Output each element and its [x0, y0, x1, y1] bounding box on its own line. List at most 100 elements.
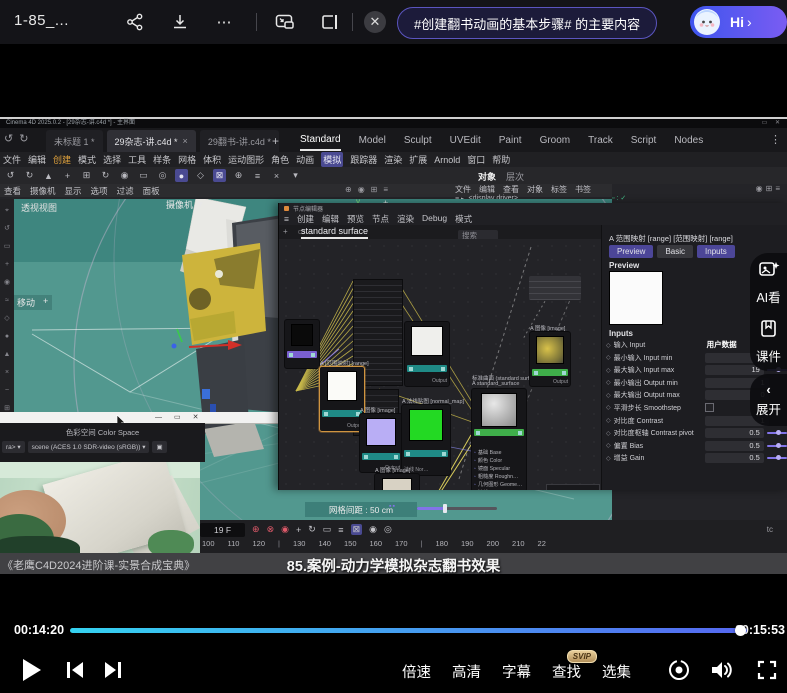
- c4d-menu-item[interactable]: 跟踪器: [350, 153, 377, 166]
- close-tab-icon[interactable]: ×: [183, 136, 188, 146]
- pla-key-icon[interactable]: ⊠: [351, 524, 363, 535]
- c4d-menu-item[interactable]: 文件: [3, 153, 21, 166]
- position-key-icon[interactable]: +: [296, 525, 301, 535]
- autokey-icon[interactable]: ◉: [281, 524, 289, 535]
- progress-bar[interactable]: [70, 628, 747, 633]
- node-editor-menu-item[interactable]: 节点: [372, 213, 389, 225]
- layout-tab-model[interactable]: Model: [359, 131, 386, 150]
- redo-icon[interactable]: ↻: [23, 169, 36, 182]
- move-icon[interactable]: +: [61, 169, 74, 182]
- node-bake[interactable]: Output: [404, 321, 450, 387]
- frame-ruler[interactable]: 100110120|130140150160170|18019020021022: [202, 539, 622, 548]
- layout-tab-uvedit[interactable]: UVEdit: [450, 131, 481, 150]
- camera-selector[interactable]: 摄像机▾: [166, 199, 203, 211]
- more-options-icon[interactable]: ⋯: [213, 10, 237, 34]
- node-input-row[interactable]: ◦粗糙度 Roughn…: [474, 473, 524, 480]
- layout-tab-track[interactable]: Track: [588, 131, 613, 150]
- om-menu-item[interactable]: 文件: [455, 184, 471, 195]
- workplane-icon[interactable]: ▾: [289, 169, 302, 182]
- undo-icon[interactable]: ↺: [4, 169, 17, 182]
- minimize-icon[interactable]: —: [155, 414, 174, 421]
- attribute-tab-basic[interactable]: Basic: [657, 245, 693, 258]
- value-slider[interactable]: [767, 457, 787, 459]
- expand-panel[interactable]: ‹ 展开: [750, 374, 787, 426]
- new-tab-button[interactable]: +: [272, 134, 279, 148]
- c4d-menu-item[interactable]: 角色: [271, 153, 289, 166]
- c4d-menu-item[interactable]: 窗口: [467, 153, 485, 166]
- om-menu-item[interactable]: 查看: [503, 184, 519, 195]
- om-menu-item[interactable]: 标签: [551, 184, 567, 195]
- viewport-menu-item[interactable]: 摄像机: [30, 185, 56, 197]
- c4d-menu-item[interactable]: 模式: [78, 153, 96, 166]
- port-icon[interactable]: ◇: [606, 404, 611, 411]
- port-icon[interactable]: ◇: [606, 442, 611, 449]
- c4d-menu-item[interactable]: 工具: [128, 153, 146, 166]
- graph-minimap[interactable]: [546, 484, 600, 490]
- rotate-icon[interactable]: ↻: [99, 169, 112, 182]
- rotation-key-icon[interactable]: ↻: [308, 524, 316, 535]
- scale-key-icon[interactable]: ▭: [323, 524, 332, 535]
- viewport-toolbar-icons[interactable]: ⊕◉⊞≡: [345, 185, 394, 194]
- node-editor-menu-item[interactable]: 渲染: [397, 213, 414, 225]
- next-episode-button[interactable]: [100, 657, 126, 683]
- viewport-menu-item[interactable]: 过滤: [117, 185, 134, 197]
- node-input-row[interactable]: ◦颜色 Color: [474, 457, 524, 464]
- attribute-value[interactable]: 19: [705, 365, 764, 375]
- viewport-menu-item[interactable]: 面板: [143, 185, 160, 197]
- node-input-row[interactable]: ◦基础 Base: [474, 449, 524, 456]
- simulate-icon[interactable]: ⊠: [213, 169, 226, 182]
- timeline-settings-icon[interactable]: tc: [767, 525, 773, 534]
- c4d-menu-item[interactable]: 体积: [203, 153, 221, 166]
- c4d-menu-item[interactable]: 运动图形: [228, 153, 264, 166]
- object-manager-tab[interactable]: 对象: [478, 170, 496, 183]
- c4d-menu-item[interactable]: 样条: [153, 153, 171, 166]
- snap-icon[interactable]: ≡: [251, 169, 264, 182]
- c4d-menu-item[interactable]: 渲染: [384, 153, 402, 166]
- share-icon[interactable]: [123, 10, 147, 34]
- play-button[interactable]: [18, 657, 44, 683]
- more-layouts-icon[interactable]: ⋮: [770, 133, 781, 146]
- download-icon[interactable]: [168, 10, 192, 34]
- node-editor-menu-item[interactable]: 创建: [297, 213, 314, 225]
- color-space-dropdown[interactable]: scene (ACES 1.0 SDR-video (sRGB)) ▾: [28, 441, 150, 453]
- node-editor-menu-item[interactable]: 编辑: [322, 213, 339, 225]
- port-icon[interactable]: ◇: [606, 417, 611, 424]
- record-icon[interactable]: ⊕: [252, 524, 260, 535]
- player-menu-button[interactable]: 倍速: [402, 661, 431, 682]
- node-standard-surface[interactable]: 标准曲面 (standard surface) A standard_surfa…: [471, 388, 527, 490]
- fullscreen-icon[interactable]: [754, 657, 780, 683]
- close-icon[interactable]: ✕: [193, 414, 211, 421]
- previous-episode-button[interactable]: [62, 657, 88, 683]
- mograph-icon[interactable]: ⊕: [232, 169, 245, 182]
- layout-tab-standard[interactable]: Standard: [300, 130, 341, 151]
- material-icon[interactable]: ●: [175, 169, 188, 182]
- c4d-menu-item[interactable]: 网格: [178, 153, 196, 166]
- render-view-icon[interactable]: ▭: [137, 169, 150, 182]
- layout-tab-sculpt[interactable]: Sculpt: [404, 131, 432, 150]
- om-menu-item[interactable]: 书签: [575, 184, 591, 195]
- value-slider[interactable]: [767, 432, 787, 434]
- object-manager-tab[interactable]: 层次: [506, 170, 524, 183]
- viewport-menu-item[interactable]: 查看: [4, 185, 21, 197]
- document-tab[interactable]: 29翻书-讲.c4d *: [200, 130, 279, 152]
- sound-icon[interactable]: ◉: [369, 524, 377, 535]
- c4d-menu-item[interactable]: 创建: [53, 153, 71, 166]
- undo-redo-icons[interactable]: ↺↻: [4, 132, 34, 145]
- attribute-tab-preview[interactable]: Preview: [609, 245, 653, 258]
- ai-watch-label[interactable]: AI看: [756, 287, 780, 306]
- player-menu-button[interactable]: 字幕: [502, 661, 531, 682]
- volume-icon[interactable]: [709, 657, 735, 683]
- c4d-menu-item[interactable]: 帮助: [492, 153, 510, 166]
- om-menu-item[interactable]: 对象: [527, 184, 543, 195]
- c4d-menu-item[interactable]: 扩展: [409, 153, 427, 166]
- node-image-yellow[interactable]: A 图像 [image] Output: [529, 331, 571, 387]
- current-frame-field[interactable]: 19 F: [200, 523, 245, 537]
- port-icon[interactable]: ◇: [606, 367, 611, 374]
- layout-tab-nodes[interactable]: Nodes: [674, 131, 703, 150]
- render-settings-icon[interactable]: ◎: [156, 169, 169, 182]
- port-icon[interactable]: ◇: [606, 342, 611, 349]
- record-screen-icon[interactable]: [666, 657, 692, 683]
- node-image-beige[interactable]: A 图像 [image] Output: [374, 473, 420, 490]
- c4d-menu-item[interactable]: 选择: [103, 153, 121, 166]
- node-input-row[interactable]: ◦镜面 Specular: [474, 465, 524, 472]
